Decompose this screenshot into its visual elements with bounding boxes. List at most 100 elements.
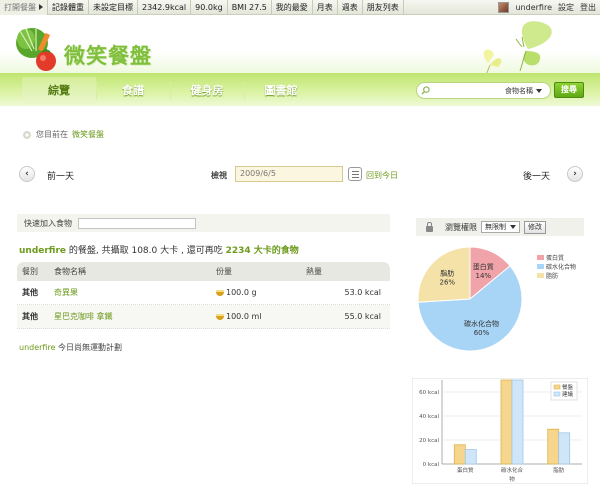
col-meal: 餐別 (22, 267, 38, 276)
legend-item: 脂肪 (537, 271, 576, 280)
chevron-left-icon: ‹ (25, 169, 29, 179)
calendar-icon[interactable] (348, 167, 362, 181)
tab-gym[interactable]: 健身房 (170, 77, 244, 104)
nutrition-pie-chart: 蛋白質 14%碳水化合物 60%脂肪 26% (417, 246, 523, 352)
y-tick-label: 20 kcal (419, 438, 439, 444)
legend-swatch (553, 391, 561, 397)
legend-swatch (537, 273, 544, 278)
tab-recipes[interactable]: 食譜 (96, 77, 170, 104)
location-icon (23, 130, 31, 139)
y-tick-label: 60 kcal (419, 390, 439, 396)
quick-add-input[interactable] (78, 217, 196, 229)
summary-remaining: 2234 大卡的食物 (225, 246, 299, 256)
pie-legend: 蛋白質 碳水化合物 脂肪 (537, 253, 576, 280)
chevron-down-icon (536, 89, 542, 93)
row-calories: 55.0 kcal (344, 312, 381, 321)
exercise-text: 今日尚無運動計劃 (55, 343, 123, 352)
summary-intake: 108.0 大卡 (131, 246, 179, 256)
row-portion: 100.0 g (216, 288, 306, 297)
bowl-icon (216, 313, 224, 320)
exercise-user[interactable]: underfire (19, 343, 56, 352)
username-link[interactable]: underfire (515, 3, 552, 12)
legend-swatch (537, 264, 544, 269)
row-meal: 其他 (22, 312, 38, 321)
y-tick-label: 40 kcal (419, 414, 439, 420)
bar (500, 379, 513, 465)
view-label: 檢視 (211, 171, 227, 180)
bar (511, 379, 524, 465)
bar (558, 432, 571, 465)
legend-item: 蛋白質 (537, 253, 576, 262)
col-food-name: 食物名稱 (54, 267, 86, 276)
vegetable-logo-icon[interactable] (12, 21, 68, 73)
weight-value: 90.0kg (191, 0, 228, 15)
prev-day-button[interactable]: ‹ (19, 166, 35, 182)
row-portion-value: 100.0 g (226, 288, 257, 297)
summary-user[interactable]: underfire (19, 246, 66, 256)
legend-label: 脂肪 (546, 273, 559, 280)
legend-label: 蛋白質 (546, 255, 565, 262)
tab-library[interactable]: 圖書館 (244, 77, 318, 104)
row-food-name[interactable]: 星巴克咖啡 拿鐵 (54, 311, 216, 322)
favorites-link[interactable]: 我的最愛 (272, 0, 313, 15)
privacy-value: 無限制 (485, 223, 506, 231)
row-calories: 53.0 kcal (344, 288, 381, 297)
chevron-down-icon (510, 225, 516, 229)
legend-swatch (537, 255, 544, 260)
search-button[interactable]: 搜尋 (554, 82, 584, 98)
logout-link[interactable]: 登出 (580, 2, 596, 13)
privacy-label: 瀏覽權限 (445, 222, 477, 232)
bowl-icon (216, 289, 224, 296)
breadcrumb-prefix: 您目前在 (36, 130, 68, 139)
open-plate-menu[interactable]: 打開餐盤 (0, 0, 48, 15)
legend-label: 碳水化合物 (546, 264, 577, 271)
tab-overview[interactable]: 綜覽 (22, 77, 96, 104)
row-food-name[interactable]: 奇異果 (54, 287, 216, 298)
avatar[interactable] (498, 2, 510, 13)
prev-day-link[interactable]: 前一天 (47, 169, 74, 182)
exercise-status: underfire 今日尚無運動計劃 (19, 342, 122, 353)
legend-item: 碳水化合物 (537, 262, 576, 271)
x-tick-label: 脂肪 (553, 466, 565, 474)
table-row: 其他 奇異果 100.0 g 53.0 kcal (17, 281, 390, 305)
privacy-select[interactable]: 無限制 (481, 221, 520, 233)
today-link[interactable]: 回到今日 (366, 170, 398, 181)
col-portion: 份量 (216, 267, 232, 276)
row-meal: 其他 (22, 288, 38, 297)
privacy-bar: 瀏覽權限 無限制 修改 (416, 218, 584, 236)
nutrition-bar-chart: 0 kcal20 kcal40 kcal60 kcal蛋白質 碳水化合物脂肪餐盤建… (412, 378, 588, 484)
monthly-link[interactable]: 月表 (313, 0, 338, 15)
y-tick-label: 0 kcal (423, 462, 440, 468)
top-bar: 打開餐盤 記錄體重 未設定目標 2342.9kcal 90.0kg BMI 27… (0, 0, 600, 15)
header: 微笑餐盤 (0, 15, 600, 80)
intake-summary: underfire 的餐盤, 共攝取 108.0 大卡 , 還可再吃 2234 … (19, 243, 299, 256)
weekly-link[interactable]: 週表 (338, 0, 363, 15)
record-weight-link[interactable]: 記錄體重 (48, 0, 89, 15)
privacy-edit-button[interactable]: 修改 (524, 220, 546, 234)
friends-link[interactable]: 朋友列表 (363, 0, 404, 15)
lock-icon (426, 221, 433, 232)
bar (453, 444, 466, 465)
bar (464, 449, 477, 465)
quick-add-food-bar: 快速加入食物 (17, 214, 390, 232)
butterfly-decoration-icon (483, 21, 552, 76)
summary-text-1: 的餐盤, 共攝取 (66, 246, 132, 256)
search-category-select[interactable]: 食物名稱 (505, 86, 542, 96)
goal-status[interactable]: 未設定目標 (89, 0, 138, 15)
calorie-target: 2342.9kcal (138, 0, 192, 15)
logo-title[interactable]: 微笑餐盤 (64, 40, 152, 70)
legend-label: 餐盤 (562, 383, 574, 391)
x-tick-label: 蛋白質 (457, 466, 474, 474)
search-icon (421, 86, 430, 95)
col-calories: 熱量 (306, 267, 322, 276)
row-portion-value: 100.0 ml (226, 312, 262, 321)
caret-right-icon (39, 4, 43, 10)
chevron-right-icon: › (573, 169, 577, 179)
search-input[interactable] (430, 86, 510, 95)
next-day-link[interactable]: 後一天 (523, 169, 550, 182)
search-category-label: 食物名稱 (505, 87, 533, 95)
settings-link[interactable]: 設定 (558, 2, 574, 13)
date-field[interactable]: 2009/6/5 (235, 166, 343, 182)
next-day-button[interactable]: › (567, 166, 583, 182)
breadcrumb-current[interactable]: 微笑餐盤 (72, 129, 104, 140)
